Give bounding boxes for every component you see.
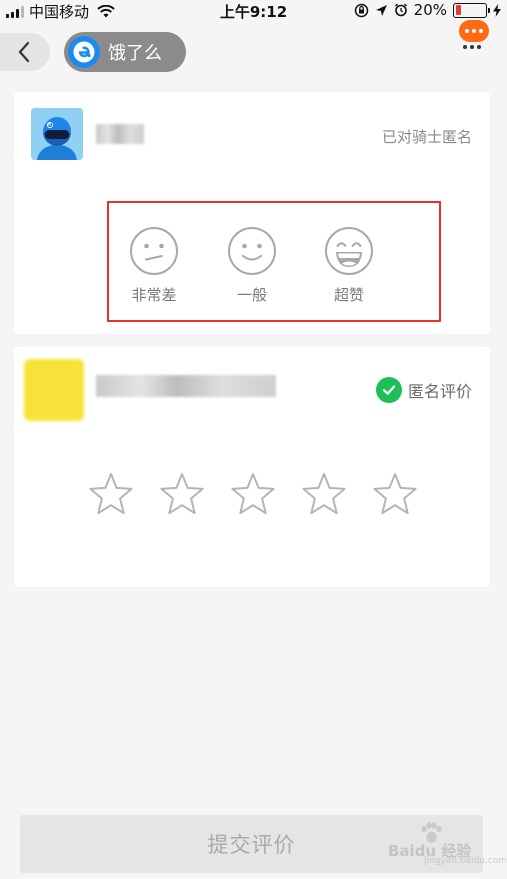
more-button[interactable] [459,20,493,54]
baidu-watermark: Baidu 经验 jingyan.baidu.com [388,822,507,866]
star-outline-icon [89,473,133,515]
rating-label-average: 一般 [236,286,267,304]
smile-face-icon [228,227,276,275]
app-name: 饿了么 [108,43,162,64]
app-switcher-pill[interactable]: 饿了么 [64,32,186,72]
star-4[interactable] [301,471,347,517]
charging-icon [493,3,501,17]
status-right: 20% [354,1,501,19]
frown-face-icon [130,227,178,275]
anonymous-review-label: 匿名评价 [407,382,472,401]
rotation-lock-icon [354,3,368,17]
star-outline-icon [373,473,417,515]
rating-option-average[interactable]: 一般 [207,226,297,305]
star-1[interactable] [88,471,134,517]
more-bubble [459,20,489,42]
alarm-icon [394,3,407,17]
rider-name-blurred [96,124,144,144]
rider-anonymous-label: 已对骑士匿名 [381,128,472,146]
battery-percent: 20% [413,1,447,19]
anonymous-review-toggle[interactable]: 匿名评价 [375,377,472,403]
status-bar: 中国移动 上午9:12 20% [0,0,507,22]
rating-option-excellent[interactable]: 超赞 [304,226,394,305]
star-outline-icon [231,473,275,515]
back-button[interactable] [0,33,50,71]
rider-rating-card: 已对骑士匿名 非常差 一般 超赞 [14,92,490,334]
star-5[interactable] [372,471,418,517]
shop-name-blurred [96,375,276,397]
submit-label: 提交评价 [207,833,296,857]
location-icon [375,4,387,16]
check-icon [375,377,402,403]
chevron-left-icon [18,41,30,63]
rating-option-very-bad[interactable]: 非常差 [109,226,199,305]
battery-icon [453,2,490,18]
eleme-logo-icon [68,36,100,68]
battery-fill [455,5,462,15]
rating-label-very-bad: 非常差 [131,286,177,304]
star-2[interactable] [159,471,205,517]
star-outline-icon [302,473,346,515]
laugh-face-icon [325,227,373,275]
star-outline-icon [160,473,204,515]
star-3[interactable] [230,471,276,517]
rating-label-excellent: 超赞 [333,286,364,304]
rider-avatar [31,108,83,160]
star-rating [88,471,418,517]
shop-avatar [24,359,84,421]
watermark-url: jingyan.baidu.com [424,856,507,866]
shop-rating-card: 匿名评价 [14,347,490,587]
more-dots-icon [463,45,493,49]
